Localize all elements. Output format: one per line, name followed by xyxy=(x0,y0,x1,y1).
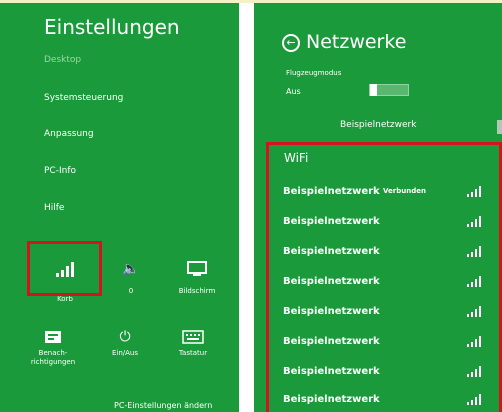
menu-item-desktop[interactable]: Desktop xyxy=(44,55,81,65)
back-arrow-icon[interactable]: ← xyxy=(282,34,300,52)
menu-item-control-panel[interactable]: Systemsteuerung xyxy=(44,93,123,103)
airplane-mode-value: Aus xyxy=(286,87,301,96)
screen-brightness-icon xyxy=(170,257,224,281)
settings-title: Einstellungen xyxy=(44,15,180,39)
tile-notifications-label: Benach- richtigungen xyxy=(30,349,76,366)
tile-power[interactable]: ⏻ Ein/Aus xyxy=(98,325,152,358)
networks-panel: ← Netzwerke Flugzeugmodus Aus Beispielnet… xyxy=(254,3,502,412)
menu-item-pc-info[interactable]: PC-Info xyxy=(44,166,76,176)
volume-icon: 🔈 xyxy=(122,261,140,277)
airplane-mode-toggle[interactable] xyxy=(369,84,409,96)
change-pc-settings-link[interactable]: PC-Einstellungen ändern xyxy=(114,401,212,410)
tile-network-label: Korb xyxy=(57,295,73,303)
menu-item-personalization[interactable]: Anpassung xyxy=(44,129,94,139)
tile-volume[interactable]: 🔈 0 xyxy=(104,257,158,296)
toggle-knob xyxy=(370,84,377,96)
airplane-mode-label: Flugzeugmodus xyxy=(286,69,342,77)
pane-separator xyxy=(239,3,254,412)
tile-power-label: Ein/Aus xyxy=(111,349,139,357)
tile-screen[interactable]: Bildschirm xyxy=(170,257,224,296)
keyboard-icon xyxy=(166,325,220,349)
power-icon: ⏻ xyxy=(119,329,131,345)
tile-screen-label: Bildschirm xyxy=(178,287,216,295)
scrollbar[interactable] xyxy=(497,120,502,134)
notifications-icon xyxy=(26,325,80,349)
menu-item-help[interactable]: Hilfe xyxy=(44,203,64,213)
tile-keyboard-label: Tastatur xyxy=(178,349,208,357)
highlight-box-wifi-list xyxy=(266,142,502,412)
networks-title: Netzwerke xyxy=(306,31,407,53)
tile-volume-label: 0 xyxy=(128,287,134,295)
highlight-box-network-tile xyxy=(27,241,102,296)
tile-keyboard[interactable]: Tastatur xyxy=(166,325,220,358)
networks-header: ← Netzwerke xyxy=(282,31,406,53)
top-network-item[interactable]: Beispielnetzwerk xyxy=(340,120,416,130)
tile-notifications[interactable]: Benach- richtigungen xyxy=(26,325,80,367)
settings-charm-panel: Einstellungen Desktop Systemsteuerung An… xyxy=(0,3,239,412)
